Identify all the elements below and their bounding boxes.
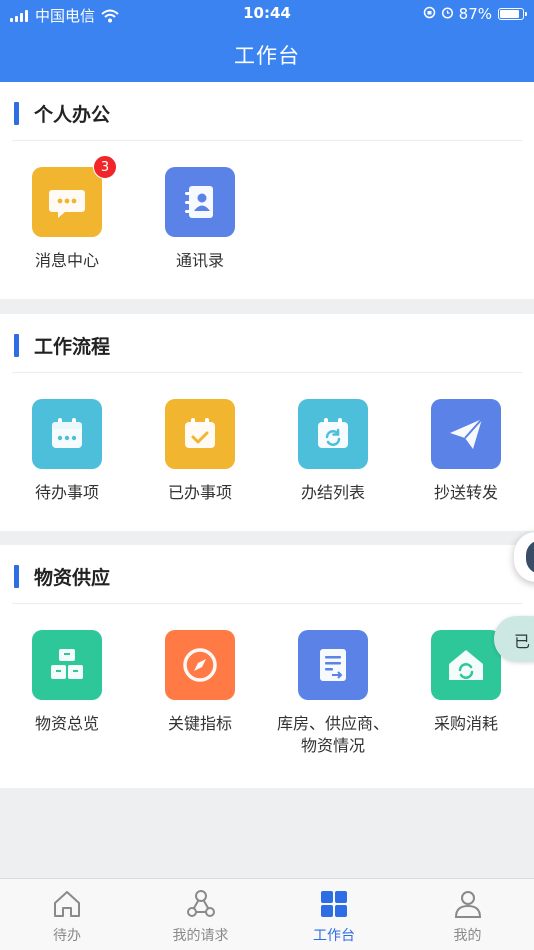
grid-icon xyxy=(321,891,347,917)
orientation-lock-icon xyxy=(423,6,436,22)
menu-item-label: 已办事项 xyxy=(167,483,232,502)
section-accent-bar xyxy=(14,334,19,357)
message-icon: 3 xyxy=(32,155,117,237)
tab-label: 我的请求 xyxy=(172,928,229,944)
menu-item[interactable]: 已办事项 xyxy=(135,399,265,504)
menu-item[interactable]: 物资总览 xyxy=(2,630,132,735)
calendar-done-icon xyxy=(165,399,235,469)
battery-icon xyxy=(498,8,527,20)
bottom-tab-bar: 待办 我的请求 工作台 我的 xyxy=(0,878,534,950)
send-icon xyxy=(431,399,501,469)
menu-item[interactable]: 抄送转发 xyxy=(401,399,531,504)
tab-item[interactable]: 我的 xyxy=(401,887,534,945)
contacts-icon xyxy=(165,167,235,237)
calendar-pending-icon xyxy=(32,399,102,469)
tab-label: 我的 xyxy=(453,928,482,944)
menu-item-label: 抄送转发 xyxy=(433,483,498,502)
section-material-supply: 物资供应 物资总览 关键指标 库房、供应商、物资情况 采购消耗 xyxy=(0,545,534,788)
calendar-refresh-icon xyxy=(298,399,368,469)
warehouse-refresh-icon xyxy=(431,630,501,700)
compass-icon xyxy=(165,630,235,700)
menu-item-label: 待办事项 xyxy=(34,483,99,502)
network-icon xyxy=(186,890,215,917)
menu-item[interactable]: 关键指标 xyxy=(135,630,265,735)
menu-item-label: 库房、供应商、物资情况 xyxy=(276,714,389,755)
tab-item[interactable]: 待办 xyxy=(0,887,134,945)
menu-item[interactable]: 通讯录 xyxy=(135,167,265,272)
menu-item-label: 消息中心 xyxy=(34,251,99,270)
document-icon xyxy=(298,630,368,700)
section-accent-bar xyxy=(14,565,19,588)
unread-badge: 3 xyxy=(93,155,117,179)
app-header: 中国电信 10:44 87% 工作台 xyxy=(0,0,534,82)
section-title: 工作流程 xyxy=(34,336,111,358)
battery-percent: 87% xyxy=(458,5,492,23)
page-title: 工作台 xyxy=(234,44,300,68)
menu-item[interactable]: 待办事项 xyxy=(2,399,132,504)
status-bar: 中国电信 10:44 87% xyxy=(0,0,534,28)
menu-item-label: 物资总览 xyxy=(34,714,99,733)
section-personal-office: 个人办公 3 消息中心 通讯录 xyxy=(0,82,534,299)
menu-item[interactable]: 库房、供应商、物资情况 xyxy=(268,630,398,757)
alarm-icon xyxy=(441,6,454,22)
section-workflow: 工作流程 待办事项 已办事项 办结列表 抄送转发 xyxy=(0,314,534,531)
user-icon xyxy=(454,891,481,918)
section-title: 物资供应 xyxy=(34,567,111,589)
tab-label: 待办 xyxy=(53,928,81,944)
section-accent-bar xyxy=(14,102,19,125)
floating-tag[interactable]: 已 xyxy=(494,616,534,662)
menu-item-label: 采购消耗 xyxy=(433,714,498,733)
menu-item[interactable]: 办结列表 xyxy=(268,399,398,504)
boxes-icon xyxy=(32,630,102,700)
menu-item-label: 办结列表 xyxy=(300,483,365,502)
tab-item[interactable]: 工作台 xyxy=(267,887,401,945)
section-title: 个人办公 xyxy=(34,104,111,126)
home-icon xyxy=(54,891,80,917)
menu-item[interactable]: 3 消息中心 xyxy=(2,155,132,272)
menu-item-label: 关键指标 xyxy=(167,714,232,733)
tab-item[interactable]: 我的请求 xyxy=(134,887,268,945)
tab-label: 工作台 xyxy=(313,928,355,944)
menu-item-label: 通讯录 xyxy=(175,251,224,270)
